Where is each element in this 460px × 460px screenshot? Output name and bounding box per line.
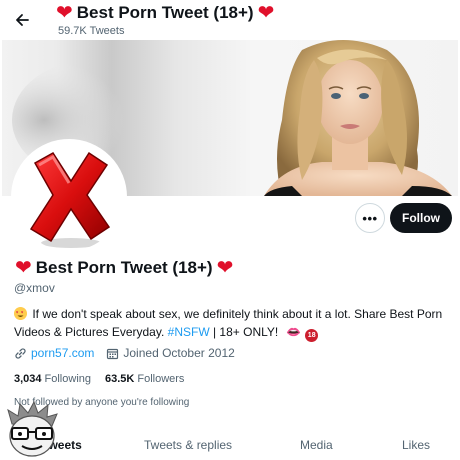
arrow-left-icon — [16, 14, 29, 26]
tab-likes[interactable]: Likes — [402, 438, 430, 452]
lips-emoji-icon: 👄 — [286, 325, 302, 339]
tweet-count: 59.7K Tweets — [58, 25, 125, 37]
followers-label: Followers — [137, 373, 185, 385]
following-count: 3,034 — [14, 373, 42, 385]
link-icon — [15, 347, 26, 359]
follow-button[interactable]: Follow — [390, 203, 452, 233]
profile-bio: ♥ ♥ If we don't speak about sex, we defi… — [14, 305, 454, 342]
followers-link[interactable]: 63.5K Followers — [105, 373, 184, 385]
profile-tabs: Tweets Tweets & replies Media Likes — [0, 430, 460, 460]
following-link[interactable]: 3,034 Following — [14, 373, 91, 385]
bio-text-end: | 18+ ONLY! — [209, 325, 279, 339]
heart-icon: ❤ — [216, 257, 234, 279]
profile-meta: porn57.com Joined October 2012 — [14, 346, 235, 360]
website-link[interactable]: porn57.com — [31, 346, 94, 360]
header-title-text: Best Porn Tweet (18+) — [76, 3, 254, 22]
heart-icon: ❤ — [15, 257, 32, 279]
joined-date: Joined October 2012 — [123, 346, 235, 360]
tab-media[interactable]: Media — [300, 438, 333, 452]
followers-count: 63.5K — [105, 373, 135, 385]
heart-icon: ❤ — [257, 2, 275, 24]
mascot-watermark — [2, 400, 62, 458]
heart-icon: ❤ — [56, 2, 73, 24]
back-button[interactable] — [8, 6, 36, 34]
hashtag-link[interactable]: #NSFW — [168, 325, 210, 339]
profile-name: ❤ Best Porn Tweet (18+) ❤ — [15, 258, 233, 278]
profile-name-text: Best Porn Tweet (18+) — [35, 258, 213, 277]
following-label: Following — [44, 373, 91, 385]
follow-stats: 3,034 Following 63.5K Followers — [14, 373, 184, 385]
header-title: ❤ Best Porn Tweet (18+) ❤ — [56, 3, 274, 23]
profile-handle: @xmov — [14, 281, 55, 295]
nerd-face-icon — [7, 400, 58, 457]
top-bar: ❤ Best Porn Tweet (18+) ❤ 59.7K Tweets — [0, 0, 460, 42]
tab-tweets-replies[interactable]: Tweets & replies — [144, 438, 232, 452]
profile-avatar[interactable] — [11, 139, 127, 255]
heart-eyes-emoji-icon: ♥ ♥ — [14, 307, 27, 320]
more-options-button[interactable]: ••• — [355, 203, 385, 233]
calendar-icon — [107, 348, 119, 359]
adults-only-badge: 18 — [305, 329, 319, 342]
red-x-icon — [29, 151, 111, 248]
